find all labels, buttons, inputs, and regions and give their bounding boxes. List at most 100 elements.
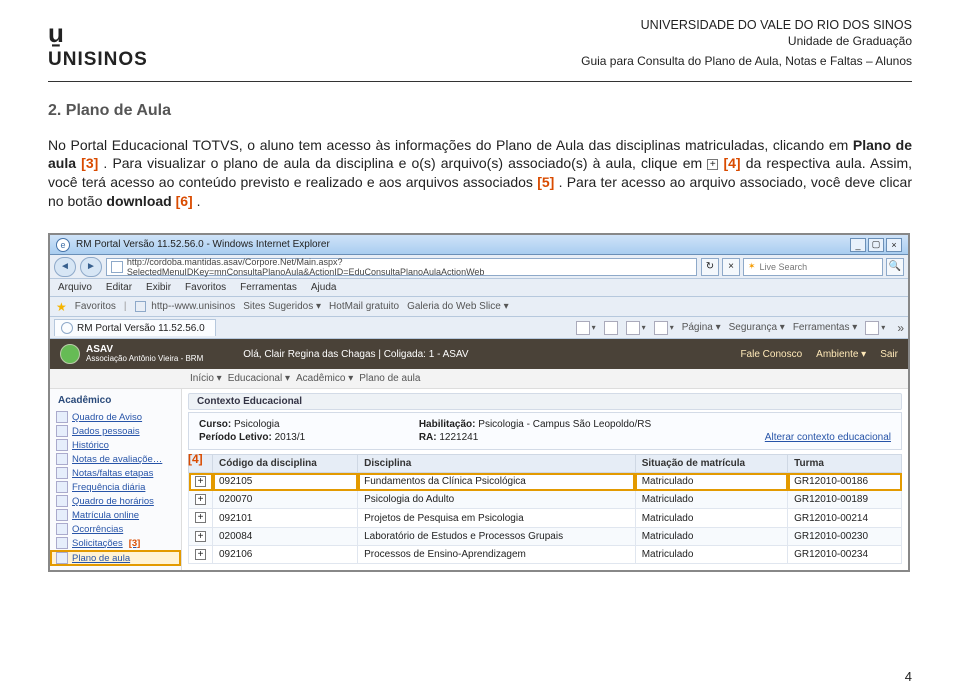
sidebar-item-plano-de-aula[interactable]: Plano de aula: [50, 550, 181, 566]
expand-row-icon[interactable]: +: [195, 512, 206, 523]
expand-row-icon[interactable]: +: [195, 494, 206, 505]
live-search-icon: ✶: [748, 261, 756, 272]
sidebar-icon: [56, 552, 68, 564]
sidebar-item-ocorrencias[interactable]: Ocorrências: [50, 522, 181, 536]
col-codigo: Código da disciplina: [213, 455, 358, 473]
alterar-contexto-link[interactable]: Alterar contexto educacional: [765, 432, 891, 443]
ie-titlebar: e RM Portal Versão 11.52.56.0 - Windows …: [50, 235, 908, 255]
cell-turma: GR12010-00186: [788, 473, 902, 491]
crumb-inicio[interactable]: Início ▾: [190, 373, 222, 384]
menu-editar[interactable]: Editar: [106, 282, 132, 293]
cell-situacao: Matriculado: [635, 491, 787, 509]
table-row[interactable]: + 020084 Laboratório de Estudos e Proces…: [189, 527, 902, 545]
section-paragraph: No Portal Educacional TOTVS, o aluno tem…: [48, 136, 912, 212]
ctx-ra-label: RA:: [419, 432, 437, 443]
fav-suggested[interactable]: Sites Sugeridos ▾: [243, 301, 321, 312]
crumb-educacional[interactable]: Educacional ▾: [228, 373, 290, 384]
cell-codigo: 092101: [213, 509, 358, 527]
ctx-curso-label: Curso:: [199, 419, 231, 430]
sidebar-label: Dados pessoais: [72, 426, 140, 437]
cell-disciplina: Laboratório de Estudos e Processos Grupa…: [358, 527, 636, 545]
menu-ferramentas[interactable]: Ferramentas: [240, 282, 297, 293]
minimize-button[interactable]: _: [850, 238, 866, 252]
print-button[interactable]: ▾: [654, 321, 674, 335]
ctx-periodo-label: Período Letivo:: [199, 432, 272, 443]
link-fale-conosco[interactable]: Fale Conosco: [740, 349, 802, 360]
tab-active[interactable]: RM Portal Versão 11.52.56.0: [54, 319, 216, 336]
menu-ajuda[interactable]: Ajuda: [311, 282, 337, 293]
url-input[interactable]: http://cordoba.mantidas.asav/Corpore.Net…: [106, 258, 697, 276]
expand-row-icon[interactable]: +: [195, 531, 206, 542]
table-row[interactable]: + 020070 Psicologia do Adulto Matriculad…: [189, 491, 902, 509]
sidebar-label: Solicitações: [72, 538, 123, 549]
sidebar-label: Notas de avaliaçõe…: [72, 454, 162, 465]
asav-seal-icon: [60, 344, 80, 364]
refresh-button[interactable]: ↻: [701, 258, 719, 276]
fav-site[interactable]: http--www.unisinos: [135, 301, 236, 312]
crumb-academico[interactable]: Acadêmico ▾: [296, 373, 353, 384]
table-row[interactable]: + 092106 Processos de Ensino-Aprendizage…: [189, 545, 902, 563]
link-sair[interactable]: Sair: [880, 349, 898, 360]
address-bar: ◄ ► http://cordoba.mantidas.asav/Corpore…: [50, 255, 908, 279]
sidebar: Acadêmico Quadro de Aviso Dados pessoais…: [50, 389, 182, 570]
search-input[interactable]: ✶ Live Search: [743, 258, 883, 276]
guide-title: Guia para Consulta do Plano de Aula, Not…: [581, 54, 912, 68]
help-button[interactable]: ▾: [865, 321, 885, 335]
cell-situacao: Matriculado: [635, 473, 787, 491]
user-greeting: Olá, Clair Regina das Chagas | Coligada:…: [243, 349, 468, 360]
context-box: Curso: Psicologia Período Letivo: 2013/1…: [188, 412, 902, 450]
table-row[interactable]: + 092101 Projetos de Pesquisa em Psicolo…: [189, 509, 902, 527]
search-go-button[interactable]: 🔍: [886, 258, 904, 276]
expand-icon: +: [707, 159, 718, 170]
search-placeholder: Live Search: [760, 262, 808, 272]
header-right: UNIVERSIDADE DO VALE DO RIO DOS SINOS Un…: [581, 18, 912, 71]
menu-exibir[interactable]: Exibir: [146, 282, 171, 293]
fav-hotmail[interactable]: HotMail gratuito: [329, 301, 399, 312]
security-menu[interactable]: Segurança ▾: [729, 322, 785, 333]
sidebar-item-notas-faltas[interactable]: Notas/faltas etapas: [50, 466, 181, 480]
col-turma: Turma: [788, 455, 902, 473]
sidebar-item-quadro-horarios[interactable]: Quadro de horários: [50, 494, 181, 508]
sidebar-label: Histórico: [72, 440, 109, 451]
page-menu[interactable]: Página ▾: [682, 322, 721, 333]
menu-arquivo[interactable]: Arquivo: [58, 282, 92, 293]
cell-situacao: Matriculado: [635, 545, 787, 563]
sidebar-item-matricula-online[interactable]: Matrícula online: [50, 508, 181, 522]
window-title: RM Portal Versão 11.52.56.0 - Windows In…: [76, 239, 330, 250]
ref-3: [3]: [81, 155, 98, 171]
favorites-bar: ★ Favoritos | http--www.unisinos Sites S…: [50, 297, 908, 317]
sidebar-item-solicitacoes[interactable]: Solicitações[3]: [50, 536, 181, 550]
main-content: Contexto Educacional Curso: Psicologia P…: [182, 389, 908, 570]
sidebar-icon: [56, 439, 68, 451]
expand-row-icon[interactable]: +: [195, 476, 206, 487]
sidebar-item-notas-avaliacoes[interactable]: Notas de avaliaçõe…: [50, 452, 181, 466]
chevron-expand-icon[interactable]: »: [897, 321, 904, 335]
menu-favoritos[interactable]: Favoritos: [185, 282, 226, 293]
cell-disciplina: Psicologia do Adulto: [358, 491, 636, 509]
sidebar-item-dados-pessoais[interactable]: Dados pessoais: [50, 424, 181, 438]
favorites-star-icon[interactable]: ★: [56, 300, 67, 314]
mail-button[interactable]: ▾: [626, 321, 646, 335]
sidebar-icon: [56, 425, 68, 437]
cell-codigo: 020070: [213, 491, 358, 509]
cell-disciplina: Processos de Ensino-Aprendizagem: [358, 545, 636, 563]
link-ambiente[interactable]: Ambiente ▾: [816, 349, 866, 360]
table-row[interactable]: + 092105 Fundamentos da Clínica Psicológ…: [189, 473, 902, 491]
expand-row-icon[interactable]: +: [195, 549, 206, 560]
back-button[interactable]: ◄: [54, 257, 76, 277]
tab-row: RM Portal Versão 11.52.56.0 ▾ ▾ ▾ Página…: [50, 317, 908, 339]
sidebar-icon: [56, 537, 68, 549]
close-button[interactable]: ×: [886, 238, 902, 252]
stop-button[interactable]: ×: [722, 258, 740, 276]
sidebar-item-quadro-aviso[interactable]: Quadro de Aviso: [50, 410, 181, 424]
tools-menu[interactable]: Ferramentas ▾: [793, 322, 857, 333]
forward-button[interactable]: ►: [80, 257, 102, 277]
feeds-button[interactable]: [604, 321, 618, 335]
sidebar-item-frequencia[interactable]: Frequência diária: [50, 480, 181, 494]
sidebar-item-historico[interactable]: Histórico: [50, 438, 181, 452]
home-button[interactable]: ▾: [576, 321, 596, 335]
fav-webslice[interactable]: Galeria do Web Slice ▾: [407, 301, 509, 312]
maximize-button[interactable]: ▢: [868, 238, 884, 252]
sidebar-icon: [56, 467, 68, 479]
cell-turma: GR12010-00214: [788, 509, 902, 527]
